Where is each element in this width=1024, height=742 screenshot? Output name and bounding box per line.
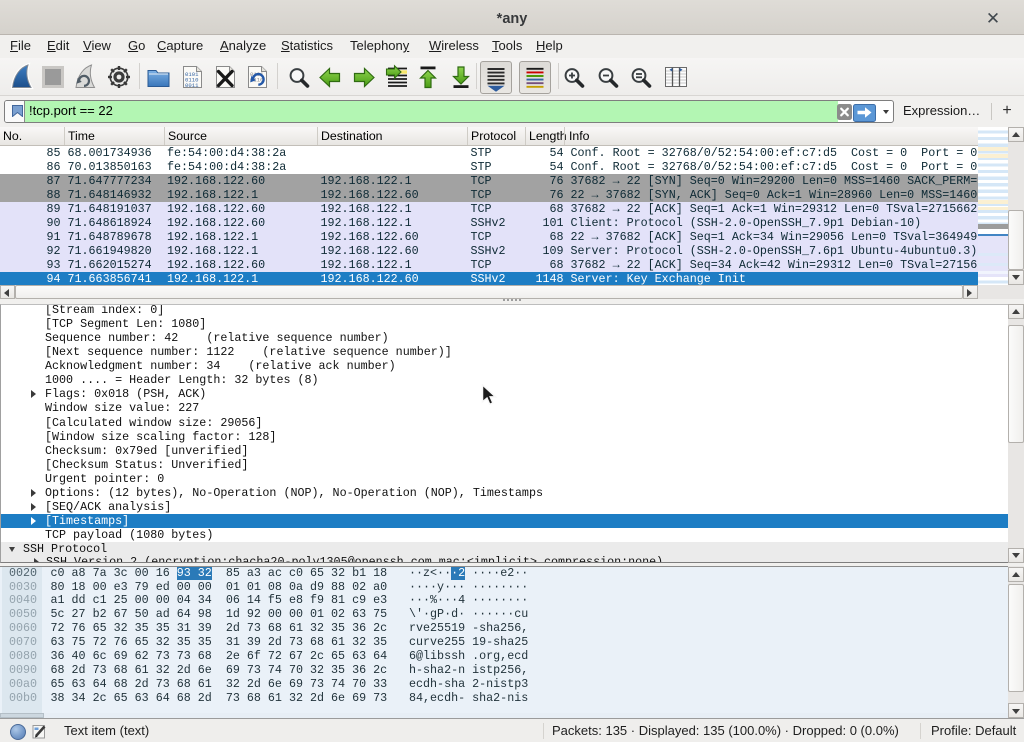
svg-text:0011: 0011 (185, 82, 199, 89)
